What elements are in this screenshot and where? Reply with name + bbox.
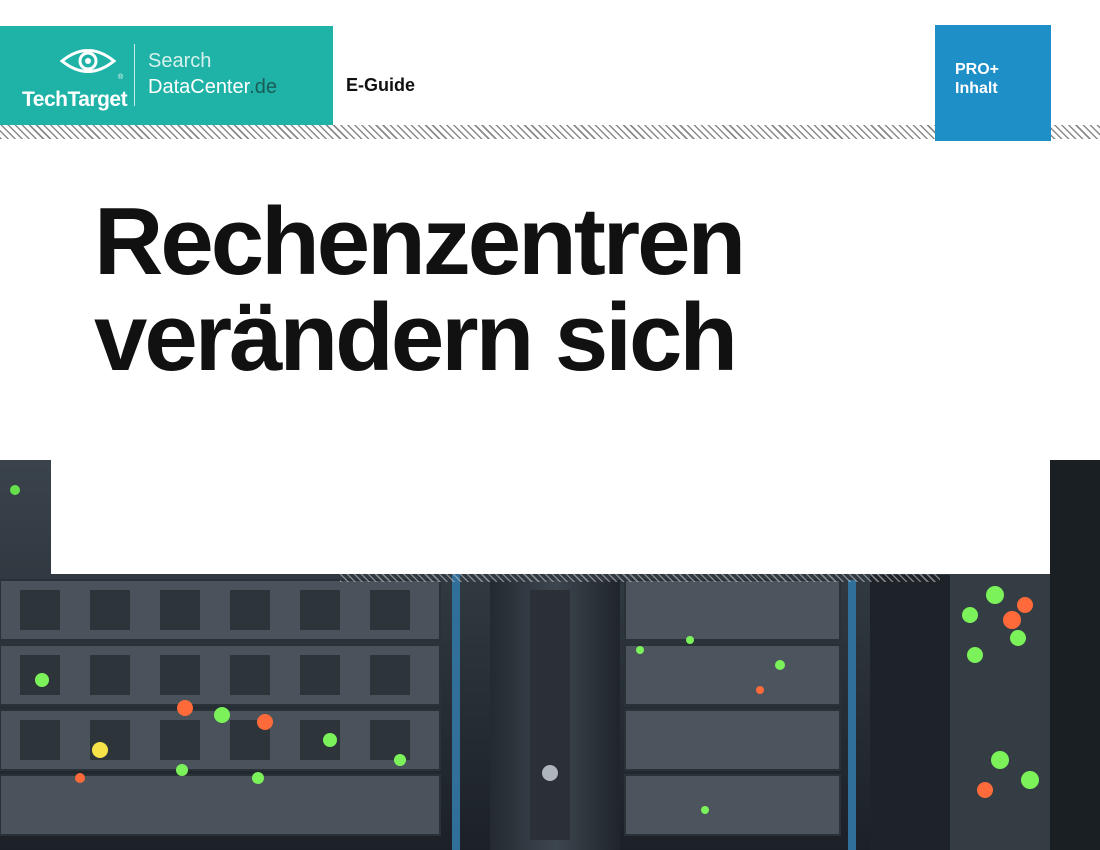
pro-plus-badge: PRO+ Inhalt — [935, 25, 1051, 141]
site-name-tld: .de — [249, 76, 277, 98]
techtarget-wordmark: TechTarget — [22, 88, 128, 111]
logo-divider — [134, 44, 135, 106]
techtarget-searchdatacenter-logo[interactable]: ® TechTarget Search DataCenter.de — [0, 26, 333, 125]
registered-mark: ® — [118, 74, 124, 81]
page-title: Rechenzentren verändern sich — [94, 188, 746, 391]
title-line2: verändern sich — [94, 284, 738, 391]
site-name-line2: DataCenter.de — [148, 76, 277, 99]
hatched-strip — [340, 574, 940, 582]
title-line1: Rechenzentren — [94, 188, 746, 295]
badge-line2: Inhalt — [955, 80, 998, 97]
badge-line1: PRO+ — [955, 61, 1000, 78]
site-name-line1: Search — [148, 50, 212, 72]
site-name-main: DataCenter — [148, 76, 250, 98]
title-overlay-panel — [51, 460, 1050, 574]
document-type-label: E-Guide — [346, 75, 416, 95]
eye-icon — [60, 49, 116, 73]
